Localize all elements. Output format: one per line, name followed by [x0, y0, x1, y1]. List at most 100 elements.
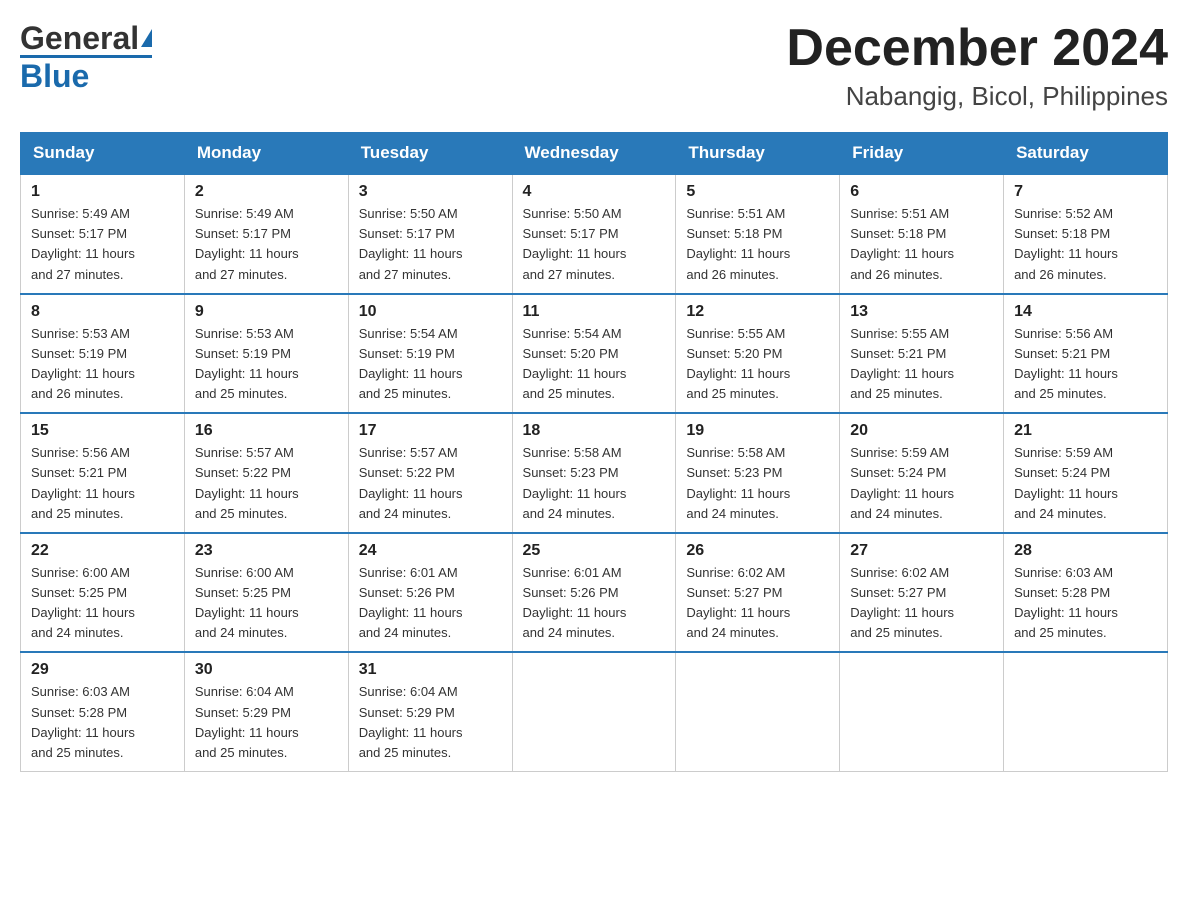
sun-info: Sunrise: 6:03 AMSunset: 5:28 PMDaylight:… — [31, 682, 174, 763]
day-number: 6 — [850, 183, 993, 201]
day-number: 5 — [686, 183, 829, 201]
day-number: 21 — [1014, 422, 1157, 440]
day-number: 31 — [359, 661, 502, 679]
day-number: 18 — [523, 422, 666, 440]
calendar-cell: 7 Sunrise: 5:52 AMSunset: 5:18 PMDayligh… — [1004, 174, 1168, 294]
day-number: 10 — [359, 303, 502, 321]
calendar-cell: 16 Sunrise: 5:57 AMSunset: 5:22 PMDaylig… — [184, 413, 348, 533]
sun-info: Sunrise: 5:55 AMSunset: 5:20 PMDaylight:… — [686, 324, 829, 405]
sun-info: Sunrise: 5:55 AMSunset: 5:21 PMDaylight:… — [850, 324, 993, 405]
calendar-cell: 30 Sunrise: 6:04 AMSunset: 5:29 PMDaylig… — [184, 652, 348, 771]
calendar-cell: 29 Sunrise: 6:03 AMSunset: 5:28 PMDaylig… — [21, 652, 185, 771]
sun-info: Sunrise: 5:59 AMSunset: 5:24 PMDaylight:… — [1014, 443, 1157, 524]
sun-info: Sunrise: 5:54 AMSunset: 5:19 PMDaylight:… — [359, 324, 502, 405]
week-row-2: 8 Sunrise: 5:53 AMSunset: 5:19 PMDayligh… — [21, 294, 1168, 414]
calendar-cell: 23 Sunrise: 6:00 AMSunset: 5:25 PMDaylig… — [184, 533, 348, 653]
sun-info: Sunrise: 6:03 AMSunset: 5:28 PMDaylight:… — [1014, 563, 1157, 644]
calendar-cell: 9 Sunrise: 5:53 AMSunset: 5:19 PMDayligh… — [184, 294, 348, 414]
sun-info: Sunrise: 6:02 AMSunset: 5:27 PMDaylight:… — [686, 563, 829, 644]
header-wednesday: Wednesday — [512, 133, 676, 175]
days-header-row: Sunday Monday Tuesday Wednesday Thursday… — [21, 133, 1168, 175]
day-number: 16 — [195, 422, 338, 440]
calendar-cell — [840, 652, 1004, 771]
sun-info: Sunrise: 6:04 AMSunset: 5:29 PMDaylight:… — [359, 682, 502, 763]
day-number: 1 — [31, 183, 174, 201]
calendar-location: Nabangig, Bicol, Philippines — [786, 81, 1168, 112]
calendar-cell: 12 Sunrise: 5:55 AMSunset: 5:20 PMDaylig… — [676, 294, 840, 414]
sun-info: Sunrise: 5:51 AMSunset: 5:18 PMDaylight:… — [850, 204, 993, 285]
sun-info: Sunrise: 5:59 AMSunset: 5:24 PMDaylight:… — [850, 443, 993, 524]
calendar-cell: 31 Sunrise: 6:04 AMSunset: 5:29 PMDaylig… — [348, 652, 512, 771]
calendar-cell: 8 Sunrise: 5:53 AMSunset: 5:19 PMDayligh… — [21, 294, 185, 414]
header-tuesday: Tuesday — [348, 133, 512, 175]
week-row-1: 1 Sunrise: 5:49 AMSunset: 5:17 PMDayligh… — [21, 174, 1168, 294]
sun-info: Sunrise: 5:50 AMSunset: 5:17 PMDaylight:… — [523, 204, 666, 285]
calendar-cell: 25 Sunrise: 6:01 AMSunset: 5:26 PMDaylig… — [512, 533, 676, 653]
sun-info: Sunrise: 5:52 AMSunset: 5:18 PMDaylight:… — [1014, 204, 1157, 285]
day-number: 30 — [195, 661, 338, 679]
sun-info: Sunrise: 6:00 AMSunset: 5:25 PMDaylight:… — [31, 563, 174, 644]
sun-info: Sunrise: 5:56 AMSunset: 5:21 PMDaylight:… — [31, 443, 174, 524]
calendar-cell: 2 Sunrise: 5:49 AMSunset: 5:17 PMDayligh… — [184, 174, 348, 294]
day-number: 25 — [523, 542, 666, 560]
calendar-cell: 17 Sunrise: 5:57 AMSunset: 5:22 PMDaylig… — [348, 413, 512, 533]
calendar-cell: 14 Sunrise: 5:56 AMSunset: 5:21 PMDaylig… — [1004, 294, 1168, 414]
logo-triangle-icon — [141, 29, 152, 47]
page-header: General Blue December 2024 Nabangig, Bic… — [20, 20, 1168, 112]
calendar-month-year: December 2024 — [786, 20, 1168, 77]
calendar-table: Sunday Monday Tuesday Wednesday Thursday… — [20, 132, 1168, 772]
sun-info: Sunrise: 5:50 AMSunset: 5:17 PMDaylight:… — [359, 204, 502, 285]
day-number: 4 — [523, 183, 666, 201]
calendar-cell: 24 Sunrise: 6:01 AMSunset: 5:26 PMDaylig… — [348, 533, 512, 653]
day-number: 7 — [1014, 183, 1157, 201]
day-number: 12 — [686, 303, 829, 321]
day-number: 26 — [686, 542, 829, 560]
calendar-cell: 28 Sunrise: 6:03 AMSunset: 5:28 PMDaylig… — [1004, 533, 1168, 653]
calendar-cell: 26 Sunrise: 6:02 AMSunset: 5:27 PMDaylig… — [676, 533, 840, 653]
calendar-cell: 10 Sunrise: 5:54 AMSunset: 5:19 PMDaylig… — [348, 294, 512, 414]
day-number: 3 — [359, 183, 502, 201]
logo-general-text: General — [20, 20, 139, 57]
sun-info: Sunrise: 5:53 AMSunset: 5:19 PMDaylight:… — [195, 324, 338, 405]
sun-info: Sunrise: 5:58 AMSunset: 5:23 PMDaylight:… — [523, 443, 666, 524]
day-number: 29 — [31, 661, 174, 679]
header-friday: Friday — [840, 133, 1004, 175]
day-number: 8 — [31, 303, 174, 321]
header-thursday: Thursday — [676, 133, 840, 175]
logo: General Blue — [20, 20, 152, 95]
calendar-cell: 19 Sunrise: 5:58 AMSunset: 5:23 PMDaylig… — [676, 413, 840, 533]
calendar-cell: 21 Sunrise: 5:59 AMSunset: 5:24 PMDaylig… — [1004, 413, 1168, 533]
calendar-cell: 15 Sunrise: 5:56 AMSunset: 5:21 PMDaylig… — [21, 413, 185, 533]
sun-info: Sunrise: 5:54 AMSunset: 5:20 PMDaylight:… — [523, 324, 666, 405]
day-number: 11 — [523, 303, 666, 321]
sun-info: Sunrise: 6:04 AMSunset: 5:29 PMDaylight:… — [195, 682, 338, 763]
day-number: 23 — [195, 542, 338, 560]
sun-info: Sunrise: 6:02 AMSunset: 5:27 PMDaylight:… — [850, 563, 993, 644]
logo-blue-text: Blue — [20, 58, 89, 95]
day-number: 2 — [195, 183, 338, 201]
day-number: 17 — [359, 422, 502, 440]
calendar-cell — [1004, 652, 1168, 771]
sun-info: Sunrise: 5:49 AMSunset: 5:17 PMDaylight:… — [195, 204, 338, 285]
sun-info: Sunrise: 5:51 AMSunset: 5:18 PMDaylight:… — [686, 204, 829, 285]
day-number: 14 — [1014, 303, 1157, 321]
calendar-cell: 3 Sunrise: 5:50 AMSunset: 5:17 PMDayligh… — [348, 174, 512, 294]
sun-info: Sunrise: 5:53 AMSunset: 5:19 PMDaylight:… — [31, 324, 174, 405]
calendar-cell — [676, 652, 840, 771]
day-number: 9 — [195, 303, 338, 321]
header-saturday: Saturday — [1004, 133, 1168, 175]
day-number: 20 — [850, 422, 993, 440]
day-number: 27 — [850, 542, 993, 560]
header-sunday: Sunday — [21, 133, 185, 175]
sun-info: Sunrise: 6:00 AMSunset: 5:25 PMDaylight:… — [195, 563, 338, 644]
calendar-cell: 22 Sunrise: 6:00 AMSunset: 5:25 PMDaylig… — [21, 533, 185, 653]
day-number: 13 — [850, 303, 993, 321]
calendar-title-section: December 2024 Nabangig, Bicol, Philippin… — [786, 20, 1168, 112]
sun-info: Sunrise: 5:56 AMSunset: 5:21 PMDaylight:… — [1014, 324, 1157, 405]
day-number: 19 — [686, 422, 829, 440]
calendar-body: 1 Sunrise: 5:49 AMSunset: 5:17 PMDayligh… — [21, 174, 1168, 771]
week-row-3: 15 Sunrise: 5:56 AMSunset: 5:21 PMDaylig… — [21, 413, 1168, 533]
calendar-header: Sunday Monday Tuesday Wednesday Thursday… — [21, 133, 1168, 175]
sun-info: Sunrise: 5:57 AMSunset: 5:22 PMDaylight:… — [195, 443, 338, 524]
calendar-cell: 20 Sunrise: 5:59 AMSunset: 5:24 PMDaylig… — [840, 413, 1004, 533]
